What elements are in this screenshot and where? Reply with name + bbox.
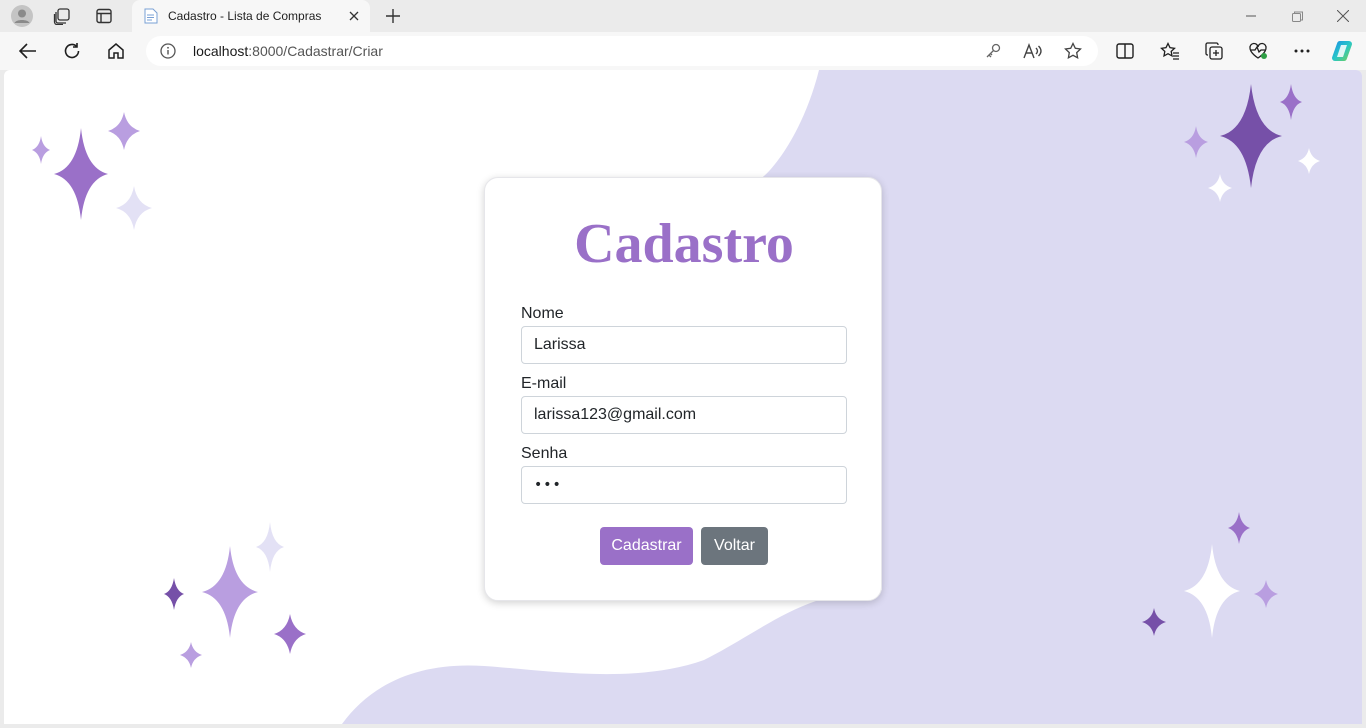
sparkle-icon bbox=[1208, 174, 1232, 202]
name-input[interactable] bbox=[521, 326, 847, 364]
tab-title: Cadastro - Lista de Compras bbox=[168, 9, 322, 23]
sparkle-icon bbox=[274, 614, 306, 654]
heartbeat-icon[interactable] bbox=[1243, 37, 1273, 65]
info-icon[interactable] bbox=[160, 43, 176, 59]
page-title: Cadastro bbox=[574, 213, 794, 275]
collections-icon[interactable] bbox=[1199, 37, 1229, 65]
tab-strip: Cadastro - Lista de Compras bbox=[0, 0, 1366, 32]
read-aloud-icon[interactable] bbox=[1022, 41, 1044, 61]
sparkle-icon bbox=[1142, 608, 1166, 636]
address-bar[interactable]: localhost:8000/Cadastrar/Criar bbox=[146, 36, 1098, 66]
restore-icon[interactable] bbox=[1282, 4, 1312, 28]
sparkle-icon bbox=[54, 128, 108, 220]
url-host: localhost bbox=[193, 43, 249, 59]
sparkle-icon bbox=[180, 642, 202, 668]
back-button[interactable]: Voltar bbox=[701, 527, 768, 565]
more-icon[interactable] bbox=[1287, 37, 1317, 65]
sparkle-icon bbox=[1280, 84, 1302, 120]
url-text[interactable]: localhost:8000/Cadastrar/Criar bbox=[193, 43, 383, 59]
active-tab[interactable]: Cadastro - Lista de Compras bbox=[132, 0, 370, 32]
profile-avatar-icon[interactable] bbox=[8, 4, 36, 28]
register-button[interactable]: Cadastrar bbox=[600, 527, 693, 565]
home-icon[interactable] bbox=[101, 37, 131, 65]
password-label: Senha bbox=[521, 445, 568, 462]
navigation-bar: localhost:8000/Cadastrar/Criar bbox=[0, 32, 1366, 70]
sparkle-icon bbox=[1184, 544, 1240, 638]
refresh-icon[interactable] bbox=[57, 37, 87, 65]
url-path: :8000/Cadastrar/Criar bbox=[248, 43, 383, 59]
split-screen-icon[interactable] bbox=[1110, 37, 1140, 65]
password-input[interactable] bbox=[521, 466, 847, 504]
star-icon[interactable] bbox=[1062, 41, 1084, 61]
email-label: E-mail bbox=[521, 375, 567, 392]
key-icon[interactable] bbox=[982, 41, 1004, 61]
email-input[interactable] bbox=[521, 396, 847, 434]
sparkle-icon bbox=[1220, 84, 1282, 188]
tab-actions-icon[interactable] bbox=[90, 4, 118, 28]
plus-icon[interactable] bbox=[380, 4, 406, 28]
page-viewport: Cadastro Nome E-mail Senha Cadastrar Vol… bbox=[4, 70, 1362, 724]
page-favicon-icon bbox=[144, 8, 158, 24]
minimize-icon[interactable] bbox=[1236, 4, 1266, 28]
back-arrow-icon[interactable] bbox=[13, 37, 43, 65]
close-window-icon[interactable] bbox=[1328, 4, 1358, 28]
sparkle-icon bbox=[1254, 580, 1278, 608]
sparkle-icon bbox=[256, 522, 284, 572]
copilot-icon[interactable] bbox=[1329, 37, 1359, 65]
sparkle-icon bbox=[1184, 126, 1208, 158]
sparkle-icon bbox=[116, 186, 152, 230]
close-icon[interactable] bbox=[346, 8, 362, 24]
sparkle-icon bbox=[108, 112, 140, 150]
sparkle-icon bbox=[1228, 512, 1250, 544]
sparkle-icon bbox=[32, 136, 50, 164]
sparkle-icon bbox=[202, 546, 258, 638]
sparkle-icon bbox=[164, 578, 184, 610]
name-label: Nome bbox=[521, 305, 564, 322]
workspaces-icon[interactable] bbox=[48, 4, 76, 28]
register-card: Cadastro Nome E-mail Senha Cadastrar Vol… bbox=[484, 177, 882, 601]
sparkle-icon bbox=[1298, 148, 1320, 174]
favorites-icon[interactable] bbox=[1155, 37, 1185, 65]
